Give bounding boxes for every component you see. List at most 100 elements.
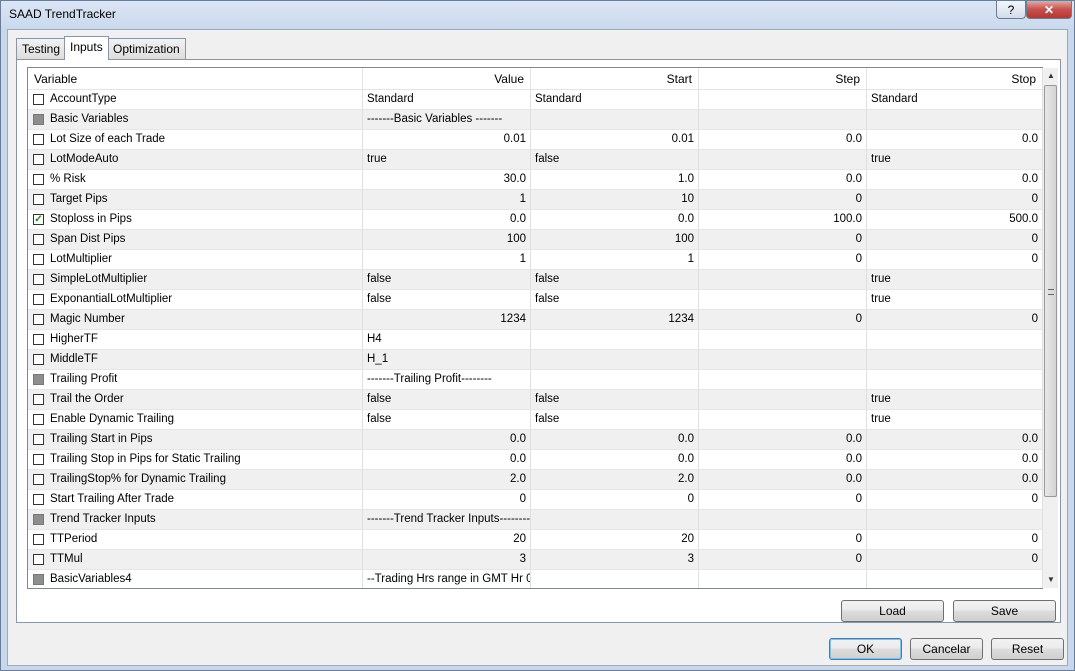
table-row[interactable]: LotMultiplier 1 1 0 0 [28, 250, 1042, 270]
optimize-checkbox[interactable] [33, 94, 44, 105]
value-cell[interactable]: 0 [363, 490, 531, 509]
value-cell[interactable]: 2.0 [363, 470, 531, 489]
start-cell[interactable]: 20 [531, 530, 699, 549]
step-cell[interactable]: 0.0 [699, 470, 867, 489]
start-cell[interactable]: 1234 [531, 310, 699, 329]
column-header-value[interactable]: Value [363, 68, 531, 90]
load-button[interactable]: Load [841, 600, 944, 622]
table-row[interactable]: Start Trailing After Trade 0 0 0 0 [28, 490, 1042, 510]
step-cell[interactable] [699, 370, 867, 389]
value-cell[interactable]: -------Trailing Profit-------- [363, 370, 531, 389]
step-cell[interactable]: 0 [699, 550, 867, 569]
start-cell[interactable]: 2.0 [531, 470, 699, 489]
step-cell[interactable] [699, 570, 867, 588]
value-cell[interactable]: 20 [363, 530, 531, 549]
stop-cell[interactable] [867, 350, 1042, 369]
start-cell[interactable]: 10 [531, 190, 699, 209]
table-row[interactable]: % Risk 30.0 1.0 0.0 0.0 [28, 170, 1042, 190]
column-header-stop[interactable]: Stop [867, 68, 1042, 90]
table-row[interactable]: ✓ Stoploss in Pips 0.0 0.0 100.0 500.0 [28, 210, 1042, 230]
table-row[interactable]: Target Pips 1 10 0 0 [28, 190, 1042, 210]
scroll-up-arrow-icon[interactable]: ▲ [1043, 68, 1059, 84]
close-button[interactable]: ✕ [1026, 1, 1072, 19]
stop-cell[interactable] [867, 370, 1042, 389]
step-cell[interactable]: 0 [699, 530, 867, 549]
start-cell[interactable] [531, 110, 699, 129]
stop-cell[interactable]: 0.0 [867, 430, 1042, 449]
optimize-checkbox[interactable] [33, 234, 44, 245]
stop-cell[interactable]: 0 [867, 230, 1042, 249]
stop-cell[interactable]: 0 [867, 250, 1042, 269]
start-cell[interactable]: 1.0 [531, 170, 699, 189]
step-cell[interactable] [699, 150, 867, 169]
value-cell[interactable]: true [363, 150, 531, 169]
stop-cell[interactable]: true [867, 410, 1042, 429]
optimize-checkbox[interactable] [33, 554, 44, 565]
table-row[interactable]: Span Dist Pips 100 100 0 0 [28, 230, 1042, 250]
table-row[interactable]: Trail the Order false false true [28, 390, 1042, 410]
optimize-checkbox[interactable] [33, 154, 44, 165]
value-cell[interactable]: 0.01 [363, 130, 531, 149]
optimize-checkbox[interactable] [33, 414, 44, 425]
start-cell[interactable]: 0.01 [531, 130, 699, 149]
table-row[interactable]: TrailingStop% for Dynamic Trailing 2.0 2.0… [28, 470, 1042, 490]
step-cell[interactable] [699, 90, 867, 109]
optimize-checkbox[interactable] [33, 494, 44, 505]
stop-cell[interactable] [867, 510, 1042, 529]
step-cell[interactable]: 0.0 [699, 170, 867, 189]
start-cell[interactable]: 1 [531, 250, 699, 269]
step-cell[interactable] [699, 110, 867, 129]
value-cell[interactable]: 1 [363, 250, 531, 269]
start-cell[interactable]: 0.0 [531, 430, 699, 449]
value-cell[interactable]: false [363, 290, 531, 309]
help-button[interactable]: ? [996, 1, 1026, 19]
step-cell[interactable] [699, 390, 867, 409]
optimize-checkbox[interactable] [33, 354, 44, 365]
table-row[interactable]: AccountType Standard Standard Standard [28, 90, 1042, 110]
ok-button[interactable]: OK [829, 638, 902, 660]
table-row[interactable]: Enable Dynamic Trailing false false true [28, 410, 1042, 430]
stop-cell[interactable]: 0.0 [867, 470, 1042, 489]
value-cell[interactable]: 0.0 [363, 430, 531, 449]
optimize-checkbox[interactable] [33, 134, 44, 145]
table-row[interactable]: BasicVariables4 --Trading Hrs range in GM… [28, 570, 1042, 588]
tab-optimization[interactable]: Optimization [107, 38, 186, 59]
optimize-checkbox[interactable] [33, 174, 44, 185]
table-row[interactable]: SimpleLotMultiplier false false true [28, 270, 1042, 290]
optimize-checkbox[interactable] [33, 314, 44, 325]
stop-cell[interactable] [867, 330, 1042, 349]
grid-scrollbar[interactable]: ▲ ▼ [1042, 68, 1058, 588]
step-cell[interactable]: 0 [699, 250, 867, 269]
optimize-checkbox[interactable] [33, 274, 44, 285]
stop-cell[interactable]: Standard [867, 90, 1042, 109]
stop-cell[interactable]: true [867, 150, 1042, 169]
step-cell[interactable]: 100.0 [699, 210, 867, 229]
value-cell[interactable]: H_1 [363, 350, 531, 369]
step-cell[interactable]: 0 [699, 230, 867, 249]
value-cell[interactable]: false [363, 270, 531, 289]
stop-cell[interactable]: true [867, 290, 1042, 309]
value-cell[interactable]: false [363, 390, 531, 409]
table-row[interactable]: Trailing Stop in Pips for Static Trailin… [28, 450, 1042, 470]
table-row[interactable]: Trailing Profit -------Trailing Profit---… [28, 370, 1042, 390]
tab-testing[interactable]: Testing [16, 38, 67, 59]
stop-cell[interactable]: 0 [867, 190, 1042, 209]
start-cell[interactable]: 0.0 [531, 450, 699, 469]
value-cell[interactable]: --Trading Hrs range in GMT Hr 0 to 23-- [363, 570, 531, 588]
step-cell[interactable]: 0 [699, 310, 867, 329]
stop-cell[interactable]: true [867, 270, 1042, 289]
start-cell[interactable]: false [531, 290, 699, 309]
column-header-step[interactable]: Step [699, 68, 867, 90]
table-row[interactable]: LotModeAuto true false true [28, 150, 1042, 170]
step-cell[interactable] [699, 270, 867, 289]
stop-cell[interactable]: 0 [867, 490, 1042, 509]
table-row[interactable]: HigherTF H4 [28, 330, 1042, 350]
stop-cell[interactable]: 0.0 [867, 170, 1042, 189]
reset-button[interactable]: Reset [991, 638, 1064, 660]
start-cell[interactable]: false [531, 270, 699, 289]
step-cell[interactable]: 0 [699, 490, 867, 509]
step-cell[interactable] [699, 290, 867, 309]
step-cell[interactable]: 0.0 [699, 430, 867, 449]
stop-cell[interactable] [867, 570, 1042, 588]
start-cell[interactable] [531, 570, 699, 588]
